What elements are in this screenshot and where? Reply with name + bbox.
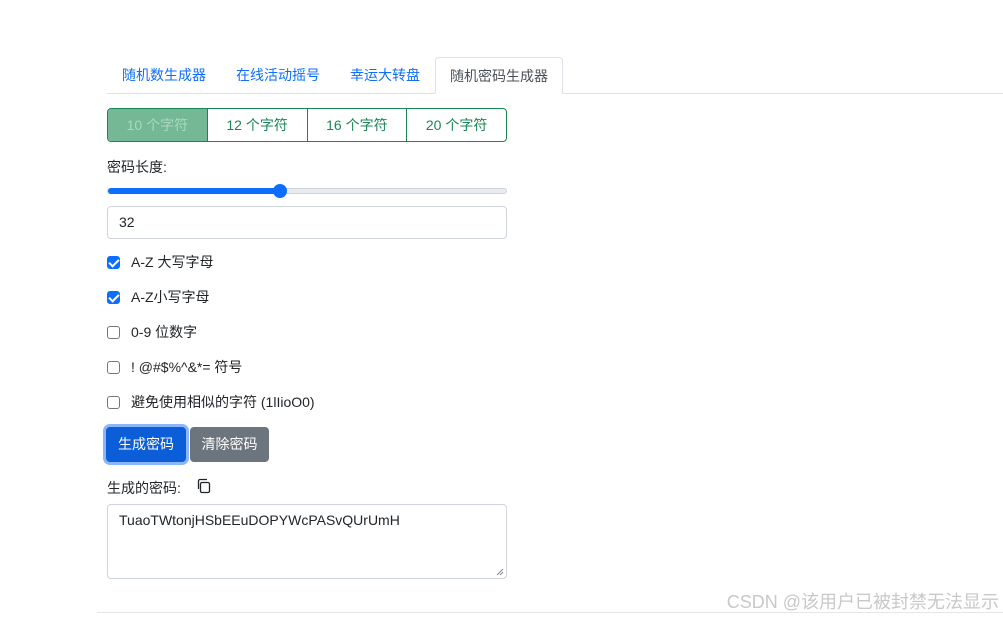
preset-20-button[interactable]: 20 个字符 [407,109,506,141]
uppercase-checkbox[interactable] [107,255,120,269]
output-label: 生成的密码: [107,480,181,496]
preset-16-button[interactable]: 16 个字符 [308,109,408,141]
avoid-similar-checkbox[interactable] [107,395,120,409]
clear-button[interactable]: 清除密码 [190,427,269,462]
tab-password-generator[interactable]: 随机密码生成器 [435,57,563,94]
copy-icon[interactable] [196,478,212,494]
tab-lucky-wheel[interactable]: 幸运大转盘 [335,57,435,93]
tab-bar: 随机数生成器 在线活动摇号 幸运大转盘 随机密码生成器 [107,57,1003,94]
digits-checkbox[interactable] [107,325,120,339]
option-symbols[interactable]: ! @#$%^&*= 符号 [107,357,242,377]
option-avoid-similar[interactable]: 避免使用相似的字符 (1lIioO0) [107,392,315,412]
option-uppercase[interactable]: A-Z 大写字母 [107,252,213,272]
watermark: CSDN @该用户已被封禁无法显示 [726,592,999,612]
preset-length-group: 10 个字符 12 个字符 16 个字符 20 个字符 [107,108,507,142]
symbols-label: ! @#$%^&*= 符号 [131,359,243,375]
avoid-similar-label: 避免使用相似的字符 (1lIioO0) [131,394,315,410]
option-lowercase[interactable]: A-Z小写字母 [107,287,210,307]
lowercase-checkbox[interactable] [107,290,120,304]
password-text: TuaoTWtonjHSbEEuDOPYWcPASvQUrUmH [119,512,400,528]
preset-10-button[interactable]: 10 个字符 [108,109,208,141]
password-output[interactable]: TuaoTWtonjHSbEEuDOPYWcPASvQUrUmH [107,504,507,579]
resize-grip-icon[interactable] [496,568,504,576]
slider-fill [108,188,280,194]
symbols-checkbox[interactable] [107,360,120,374]
preset-12-button[interactable]: 12 个字符 [208,109,308,141]
digits-label: 0-9 位数字 [131,324,198,340]
length-slider[interactable] [107,184,507,198]
uppercase-label: A-Z 大写字母 [131,254,214,270]
slider-thumb[interactable] [273,184,287,198]
length-label: 密码长度: [107,159,167,175]
lowercase-label: A-Z小写字母 [131,289,210,305]
tab-lottery[interactable]: 在线活动摇号 [221,57,335,93]
length-input[interactable]: 32 [107,206,507,239]
generate-button[interactable]: 生成密码 [106,427,186,462]
option-digits[interactable]: 0-9 位数字 [107,322,197,342]
tab-random-number[interactable]: 随机数生成器 [107,57,221,93]
